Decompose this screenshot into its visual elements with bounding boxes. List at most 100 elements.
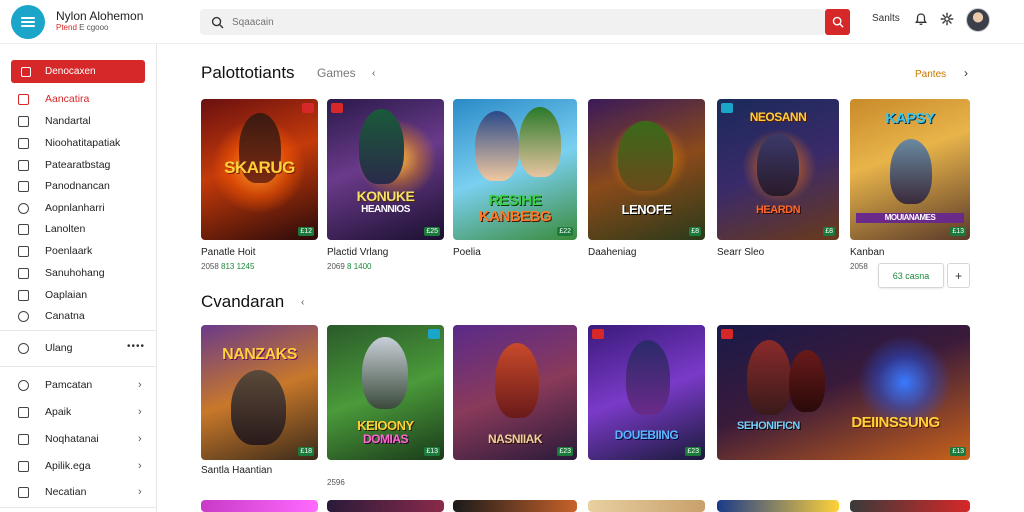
game-card[interactable]: DOUEBIING £23 [588,325,705,460]
sidebar-item-8[interactable]: Poenlaark [18,243,92,259]
price-badge: £18 [298,447,314,456]
card-title[interactable]: Plactid Vrlang [327,247,388,258]
game-card[interactable]: KONUKE HEANNIOS £25 [327,99,444,240]
chevron-right-icon: › [138,379,142,391]
game-card[interactable] [588,500,705,512]
sidebar-item-6[interactable]: Aopnlanharri [18,200,105,216]
search-input[interactable] [232,16,792,28]
card-logo-sub: HEARDN [755,204,801,216]
chevron-right-icon: › [138,460,142,472]
card-meta-1: 2058 [201,262,222,271]
game-card[interactable]: KEIOONY DOMIAS £13 [327,325,444,460]
sidebar-item-5[interactable]: Panodnancan [18,178,110,194]
sidebar-bottom-item-4[interactable]: Apilik.ega › [18,458,142,474]
chevron-left-icon[interactable]: ‹ [372,68,375,79]
badge [428,329,440,339]
card-meta: 2058 [850,262,868,271]
sidebar-divider [0,330,157,331]
game-card[interactable]: RESIHE KANBEBG £22 [453,99,577,240]
card-figure [618,121,673,191]
price-badge: £8 [823,227,835,236]
see-all-link[interactable]: Pantes [915,69,946,80]
card-title[interactable]: Searr Sleo [717,247,764,258]
sidebar-item-1[interactable]: Aancatira [18,91,89,107]
sidebar-item-label: Sanuhohang [45,267,105,279]
menu-button[interactable] [11,5,45,39]
card-logo: DEIINSSUNG [851,414,940,431]
sidebar-bottom-item-5[interactable]: Necatian › [18,484,142,500]
sidebar-item-label: Necatian [45,486,87,498]
sidebar-item-7[interactable]: Lanolten [18,221,85,237]
sidebar-item-9[interactable]: Sanuhohang [18,265,105,281]
card-figure [890,139,932,204]
count-chip[interactable]: 63 casna [878,263,944,288]
game-card[interactable]: SKARUG £12 [201,99,318,240]
game-card[interactable]: KAPSY MOUIANAMES £13 [850,99,970,240]
game-card[interactable]: NANZAKS £18 [201,325,318,460]
gear-icon[interactable] [940,12,954,26]
avatar[interactable] [966,8,990,32]
game-card[interactable]: NASNIIAK £23 [453,325,577,460]
sidebar-item-2[interactable]: Nandartal [18,113,91,129]
sidebar-item-active[interactable]: Denocaxen [11,60,145,83]
shield-icon [18,202,29,214]
sidebar-item-more[interactable]: Ulang [18,340,72,356]
settings-icon [18,310,29,322]
game-card[interactable]: LENOFE £8 [588,99,705,240]
card-title[interactable]: Panatle Hoit [201,247,255,258]
card-title[interactable]: Santla Haantian [201,465,272,476]
card-figure [359,109,404,184]
trend-icon [18,93,29,105]
menu-icon [21,17,35,27]
card-figure [757,134,799,196]
main-content: Palottotiants Games ‹ Pantes › SKARUG £1… [157,44,1024,512]
game-card[interactable] [717,500,839,512]
top-link[interactable]: Sanlts [872,13,900,24]
sidebar-item-label: Denocaxen [45,66,96,77]
sidebar-item-10[interactable]: Oaplaian [18,287,87,303]
card-logo: LENOFE [621,202,672,217]
search-icon [832,16,843,28]
home-icon [21,66,31,77]
search-button[interactable] [825,9,850,35]
sidebar-item-3[interactable]: Nioohatitapatiak [18,135,120,151]
page-icon [18,115,29,127]
game-card[interactable] [327,500,444,512]
sidebar-item-label: Apaik [45,406,72,418]
card-figure [495,343,539,418]
tag-icon [18,406,29,418]
game-card[interactable] [850,500,970,512]
price-badge: £8 [689,227,701,236]
card-logo: DOUEBIING [614,428,679,442]
sidebar-item-label: Noqhatanai [45,433,99,445]
sidebar-item-label: Apilik.ega [45,460,91,472]
game-card[interactable] [453,500,577,512]
brand[interactable]: Nylon Alohemon Ptend E cgooo [56,9,143,33]
card-logo-sub: DOMIAS [363,432,409,446]
card-figure [362,337,408,409]
card-logo-sub: KANBEBG [478,208,552,225]
brand-subtitle-red: Ptend [56,23,77,32]
card-figure [475,111,519,181]
sidebar-item-label: Canatna [45,310,85,322]
chevron-left-icon[interactable]: ‹ [301,297,304,308]
sidebar-item-11[interactable]: Canatna [18,308,85,324]
card-title[interactable]: Poelia [453,247,481,258]
sidebar-bottom-item-3[interactable]: Noqhatanai › [18,431,142,447]
card-logo-sub: HEANNIOS [361,204,410,215]
sidebar-bottom-item-2[interactable]: Apaik › [18,404,142,420]
card-title[interactable]: Kanban [850,247,884,258]
add-button[interactable]: + [947,263,970,288]
sidebar-bottom-item-1[interactable]: Pamcatan › [18,377,142,393]
folder-icon [18,180,29,192]
chevron-right-icon[interactable]: › [964,66,968,80]
game-card[interactable]: NEOSANN HEARDN £8 [717,99,839,240]
sidebar-item-label: Nandartal [45,115,91,127]
search-icon [211,16,224,28]
game-card[interactable] [201,500,318,512]
sidebar-item-4[interactable]: Patearatbstag [18,157,110,173]
more-dots-icon[interactable]: •••• [127,341,145,352]
game-card[interactable]: SEHONIFICN DEIINSSUNG £13 [717,325,970,460]
bell-icon[interactable] [914,12,928,26]
card-title[interactable]: Daaheniag [588,247,636,258]
